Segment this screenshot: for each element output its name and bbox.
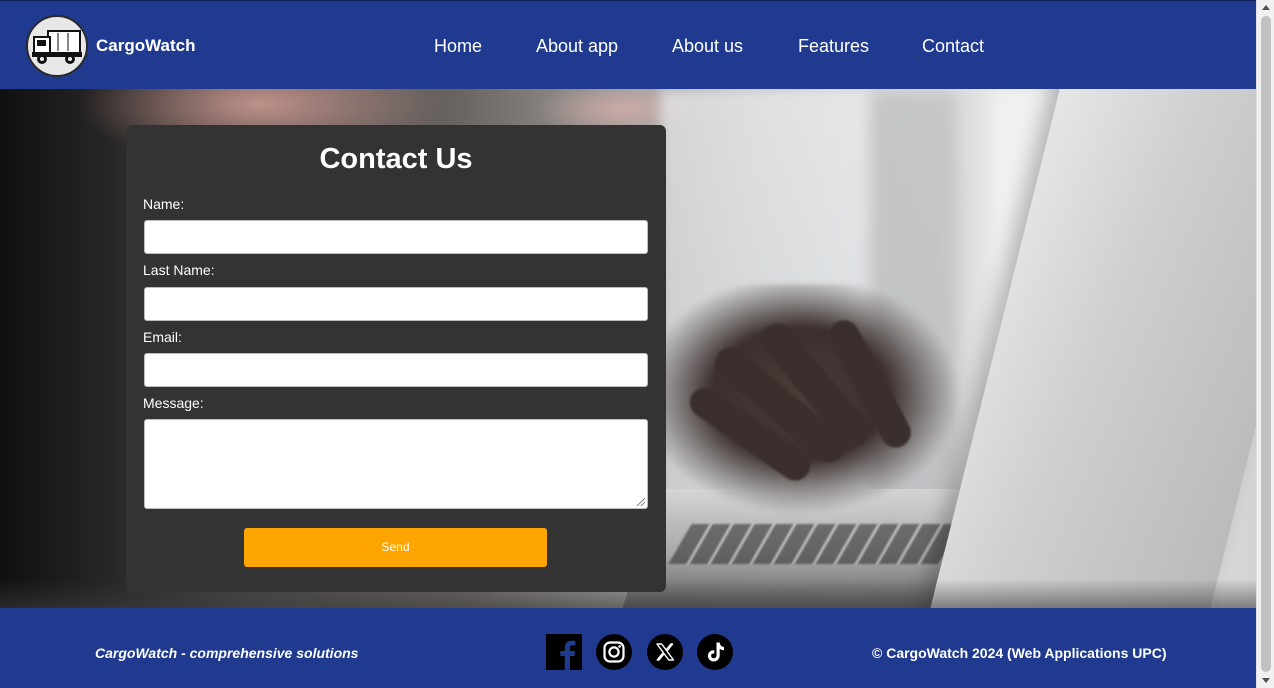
scroll-down-arrow-icon[interactable] [1262, 678, 1270, 683]
tiktok-icon[interactable] [697, 634, 733, 670]
last-name-label: Last Name: [143, 262, 215, 278]
send-button[interactable]: Send [244, 528, 547, 567]
message-label: Message: [143, 395, 204, 411]
nav-about-us[interactable]: About us [672, 36, 743, 57]
name-input[interactable] [144, 220, 648, 254]
nav-about-app[interactable]: About app [536, 36, 618, 57]
main-nav: Home About app About us Features Contact [0, 36, 1256, 60]
instagram-icon[interactable] [596, 634, 632, 670]
form-title: Contact Us [319, 143, 473, 175]
site-footer: CargoWatch - comprehensive solutions © C… [0, 608, 1256, 688]
email-label: Email: [143, 329, 182, 345]
x-icon[interactable] [647, 634, 683, 670]
footer-copyright: © CargoWatch 2024 (Web Applications UPC) [872, 645, 1167, 661]
email-input[interactable] [144, 353, 648, 387]
scrollbar-thumb[interactable] [1261, 16, 1271, 672]
scroll-up-arrow-icon[interactable] [1262, 5, 1270, 10]
contact-form: Contact Us Name: Last Name: Email: Messa… [126, 125, 666, 592]
last-name-input[interactable] [144, 287, 648, 321]
site-header: CargoWatch Home About app About us Featu… [0, 0, 1256, 89]
resize-handle[interactable] [637, 498, 645, 506]
nav-contact[interactable]: Contact [922, 36, 984, 57]
vertical-scrollbar[interactable] [1256, 0, 1274, 688]
footer-tagline: CargoWatch - comprehensive solutions [95, 645, 359, 661]
facebook-icon[interactable] [546, 634, 582, 670]
name-label: Name: [143, 196, 185, 212]
nav-home[interactable]: Home [434, 36, 482, 57]
nav-features[interactable]: Features [798, 36, 869, 57]
message-textarea[interactable] [144, 419, 648, 509]
page: CargoWatch Home About app About us Featu… [0, 0, 1256, 688]
